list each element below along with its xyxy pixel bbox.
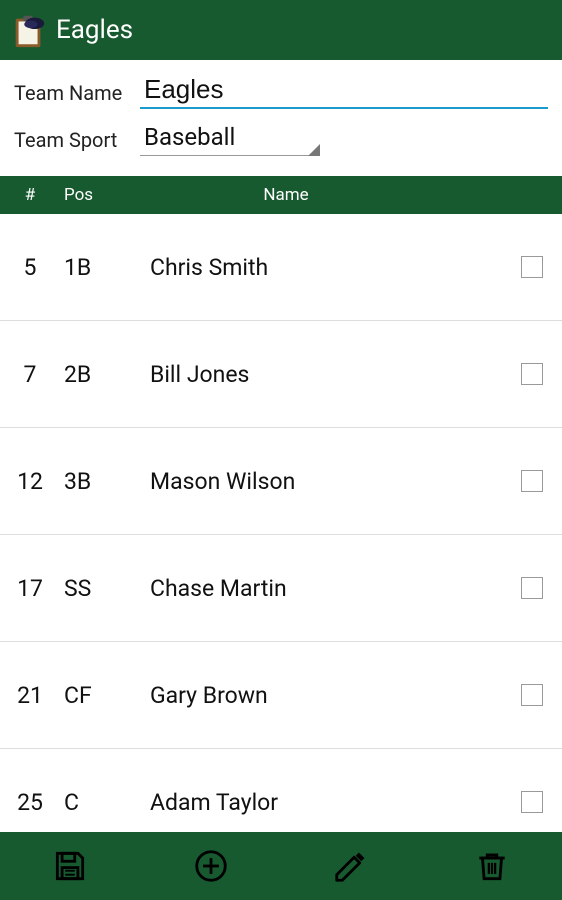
player-number: 25: [0, 789, 60, 816]
player-number: 21: [0, 682, 60, 709]
player-row[interactable]: 21CFGary Brown: [0, 642, 562, 749]
action-bar: Eagles: [0, 0, 562, 60]
team-sport-value: Baseball: [140, 121, 320, 156]
edit-icon: [332, 847, 370, 885]
player-row[interactable]: 72BBill Jones: [0, 321, 562, 428]
team-name-label: Team Name: [14, 81, 140, 109]
player-row[interactable]: 25CAdam Taylor: [0, 749, 562, 832]
team-form: Team Name Team Sport Baseball: [0, 60, 562, 176]
player-position: 3B: [60, 468, 130, 495]
player-list: 51BChris Smith72BBill Jones123BMason Wil…: [0, 214, 562, 832]
header-name: Name: [130, 185, 502, 205]
bottom-toolbar: [0, 832, 562, 900]
team-name-row: Team Name: [14, 72, 548, 109]
player-check-cell: [502, 791, 562, 813]
player-check-cell: [502, 684, 562, 706]
player-checkbox[interactable]: [521, 256, 543, 278]
header-number: #: [0, 185, 60, 205]
team-name-input[interactable]: [140, 72, 548, 109]
player-check-cell: [502, 577, 562, 599]
player-row[interactable]: 123BMason Wilson: [0, 428, 562, 535]
player-name: Mason Wilson: [130, 468, 502, 495]
player-number: 12: [0, 468, 60, 495]
save-icon: [51, 847, 89, 885]
player-checkbox[interactable]: [521, 363, 543, 385]
team-sport-row: Team Sport Baseball: [14, 121, 548, 156]
player-row[interactable]: 51BChris Smith: [0, 214, 562, 321]
player-checkbox[interactable]: [521, 577, 543, 599]
add-icon: [192, 847, 230, 885]
player-number: 7: [0, 361, 60, 388]
team-sport-label: Team Sport: [14, 128, 140, 156]
player-name: Adam Taylor: [130, 789, 502, 816]
player-row[interactable]: 17SSChase Martin: [0, 535, 562, 642]
table-header: # Pos Name: [0, 176, 562, 214]
player-check-cell: [502, 470, 562, 492]
player-name: Bill Jones: [130, 361, 502, 388]
player-checkbox[interactable]: [521, 791, 543, 813]
player-position: 1B: [60, 254, 130, 281]
player-check-cell: [502, 256, 562, 278]
delete-button[interactable]: [422, 832, 562, 900]
app-icon: [10, 11, 48, 49]
team-sport-spinner[interactable]: Baseball: [140, 121, 320, 156]
dropdown-icon: [308, 144, 320, 156]
player-number: 5: [0, 254, 60, 281]
player-checkbox[interactable]: [521, 684, 543, 706]
player-name: Chris Smith: [130, 254, 502, 281]
player-position: SS: [60, 575, 130, 602]
app-title: Eagles: [56, 15, 133, 45]
player-name: Chase Martin: [130, 575, 502, 602]
player-position: C: [60, 789, 130, 816]
player-check-cell: [502, 363, 562, 385]
add-button[interactable]: [141, 832, 282, 900]
player-number: 17: [0, 575, 60, 602]
save-button[interactable]: [0, 832, 141, 900]
player-position: 2B: [60, 361, 130, 388]
trash-icon: [473, 847, 511, 885]
player-checkbox[interactable]: [521, 470, 543, 492]
header-position: Pos: [60, 185, 130, 205]
player-name: Gary Brown: [130, 682, 502, 709]
edit-button[interactable]: [281, 832, 422, 900]
player-position: CF: [60, 682, 130, 709]
